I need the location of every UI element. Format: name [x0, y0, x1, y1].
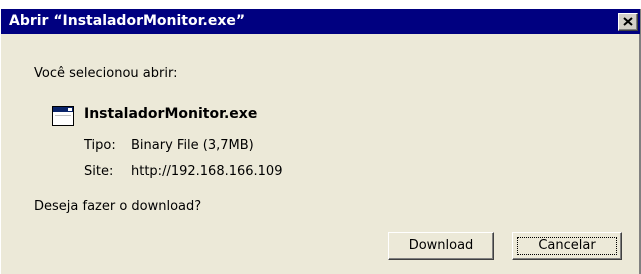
- close-icon: [623, 17, 633, 26]
- download-dialog: Abrir “InstaladorMonitor.exe” Você selec…: [0, 9, 641, 274]
- dialog-title: Abrir “InstaladorMonitor.exe”: [9, 13, 246, 29]
- application-window-icon: [52, 106, 74, 126]
- type-value: Binary File (3,7MB): [131, 138, 254, 153]
- cancel-button[interactable]: Cancelar: [512, 232, 622, 260]
- cancel-button-label: Cancelar: [538, 238, 596, 253]
- prompt-text: Você selecionou abrir:: [34, 66, 178, 81]
- background-strip: [0, 0, 641, 9]
- download-button[interactable]: Download: [388, 232, 494, 260]
- download-question: Deseja fazer o download?: [34, 199, 202, 214]
- type-label: Tipo:: [84, 138, 116, 153]
- file-name: InstaladorMonitor.exe: [84, 106, 258, 122]
- close-button[interactable]: [618, 13, 638, 31]
- site-label: Site:: [84, 164, 114, 179]
- site-value: http://192.168.166.109: [131, 164, 283, 179]
- title-bar[interactable]: Abrir “InstaladorMonitor.exe”: [1, 9, 640, 34]
